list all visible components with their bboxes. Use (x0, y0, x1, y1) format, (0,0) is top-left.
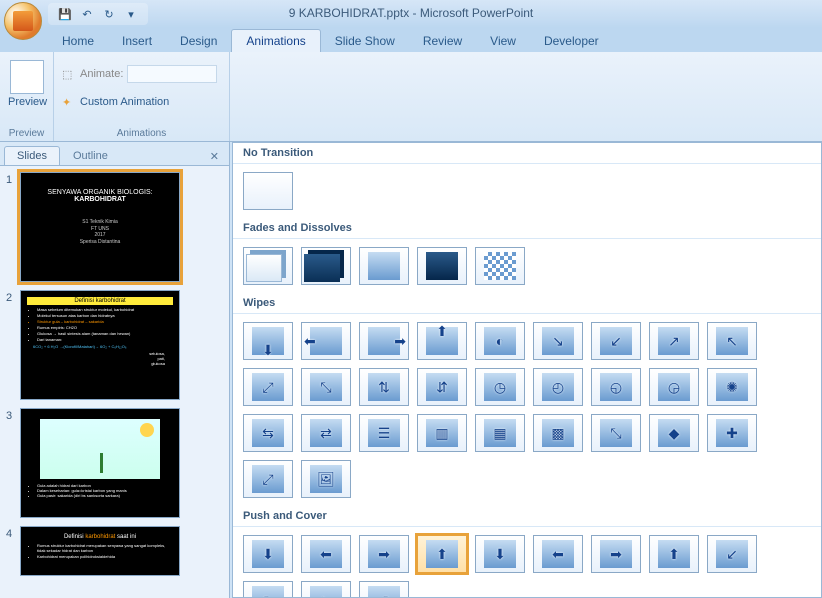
tab-review[interactable]: Review (409, 30, 476, 52)
slide-3-image (40, 419, 160, 479)
tab-developer[interactable]: Developer (530, 30, 613, 52)
gallery-category: No Transition (233, 143, 821, 164)
transition-push-left[interactable]: ⬅ (301, 535, 351, 573)
transition-wipe[interactable]: ➡ (359, 322, 409, 360)
transition-wipe[interactable]: ⬅ (301, 322, 351, 360)
transition-blinds-h[interactable]: ☰ (359, 414, 409, 452)
slide-thumb-1[interactable]: SENYAWA ORGANIK BIOLOGIS:KARBOHIDRAT S1 … (20, 172, 180, 282)
transition-gallery[interactable]: No Transition Fades and Dissolves Wipes … (232, 142, 822, 598)
save-icon[interactable]: 💾 (56, 5, 74, 23)
transition-cover-ld[interactable]: ↙ (707, 535, 757, 573)
transition-checker-a[interactable]: ▦ (475, 414, 525, 452)
transition-uncover[interactable]: ↖ (707, 322, 757, 360)
tab-slides[interactable]: Slides (4, 146, 60, 165)
transition-random-bars[interactable]: ⤢ (243, 460, 293, 498)
transition-blinds-v[interactable]: ▥ (417, 414, 467, 452)
transition-plus[interactable]: ✚ (707, 414, 757, 452)
slide-thumbnails: 1 SENYAWA ORGANIK BIOLOGIS:KARBOHIDRAT S… (0, 166, 229, 598)
custom-animation-button[interactable]: ✦ Custom Animation (62, 88, 221, 116)
transition-split-h-in[interactable]: ⇵ (417, 368, 467, 406)
transition-cut-black[interactable] (417, 247, 467, 285)
gallery-category: Push and Cover (233, 506, 821, 527)
transition-split-v-in[interactable]: ⇄ (301, 414, 351, 452)
transition-cover-up[interactable]: ⬆ (649, 535, 699, 573)
slide-number: 2 (6, 290, 20, 400)
tab-home[interactable]: Home (48, 30, 108, 52)
slide-thumb-3[interactable]: Gula adalah hidrat dari karbon Dalam kes… (20, 408, 180, 518)
office-button[interactable] (4, 2, 42, 40)
transition-cut[interactable] (359, 247, 409, 285)
tab-design[interactable]: Design (166, 30, 231, 52)
close-panel-icon[interactable]: ✕ (206, 148, 223, 165)
transition-wedge[interactable]: ◐ (475, 322, 525, 360)
transition-comb-h[interactable]: ⤡ (591, 414, 641, 452)
transition-fade-black[interactable] (301, 247, 351, 285)
slide-panel: Slides Outline ✕ 1 SENYAWA ORGANIK BIOLO… (0, 142, 230, 598)
quick-access-toolbar: 💾 ↶ ↻ ▾ (48, 3, 148, 25)
transition-checker-d[interactable]: ▩ (533, 414, 583, 452)
slide-thumb-4[interactable]: Definisi karbohidrat saat ini Rumus stru… (20, 526, 180, 576)
window-title: 9 KARBOHIDRAT.pptx - Microsoft PowerPoin… (289, 6, 534, 20)
redo-icon[interactable]: ↻ (100, 5, 118, 23)
transition-dissolve[interactable] (475, 247, 525, 285)
transition-cover-rd[interactable]: ↘ (301, 581, 351, 598)
transition-wipe[interactable]: ⬇ (243, 322, 293, 360)
gallery-category: Wipes (233, 293, 821, 314)
transition-cover-right[interactable]: ➡ (591, 535, 641, 573)
transition-wheel2[interactable]: ◴ (533, 368, 583, 406)
tab-view[interactable]: View (476, 30, 530, 52)
animate-row: ⬚ Animate: (62, 60, 221, 88)
transition-push-down[interactable]: ⬇ (243, 535, 293, 573)
transition-cover-down[interactable]: ⬇ (475, 535, 525, 573)
transition-split-v[interactable]: ⇆ (243, 414, 293, 452)
slide-2-bullets: Masa sebelum ditemukan struktur molekul,… (27, 307, 173, 342)
transition-split-h[interactable]: ⇅ (359, 368, 409, 406)
transition-uncover[interactable]: ↘ (533, 322, 583, 360)
gallery-category: Fades and Dissolves (233, 218, 821, 239)
transition-none[interactable] (243, 172, 293, 210)
preview-icon[interactable] (10, 60, 44, 94)
undo-icon[interactable]: ↶ (78, 5, 96, 23)
group-label-animations: Animations (54, 128, 229, 139)
transition-cover-left[interactable]: ⬅ (533, 535, 583, 573)
transition-wipe[interactable]: ⬆ (417, 322, 467, 360)
custom-animation-icon: ✦ (62, 96, 76, 109)
slide-thumb-2[interactable]: Definisi karbohidrat Masa sebelum ditemu… (20, 290, 180, 400)
transition-cover-lu[interactable]: ↖ (243, 581, 293, 598)
transition-comb-v[interactable]: ◆ (649, 414, 699, 452)
ribbon-tabs: Home Insert Design Animations Slide Show… (0, 28, 822, 52)
transition-box-in[interactable]: ⤡ (301, 368, 351, 406)
animate-icon: ⬚ (62, 68, 76, 81)
transition-uncover[interactable]: ↗ (649, 322, 699, 360)
slide-number: 4 (6, 526, 20, 576)
ribbon: Preview Preview ⬚ Animate: ✦ Custom Anim… (0, 52, 822, 142)
slide-3-bullets: Gula adalah hidrat dari karbon Dalam kes… (27, 483, 173, 498)
custom-animation-label: Custom Animation (80, 96, 169, 108)
tab-insert[interactable]: Insert (108, 30, 166, 52)
transition-wheel3[interactable]: ◵ (591, 368, 641, 406)
transition-fade[interactable] (243, 247, 293, 285)
transition-newsflash[interactable]: 🖼 (301, 460, 351, 498)
animate-select[interactable] (127, 65, 217, 83)
slide-number: 3 (6, 408, 20, 518)
preview-button[interactable]: Preview (8, 96, 45, 108)
transition-cover-ru[interactable]: ↗ (359, 581, 409, 598)
qat-dropdown-icon[interactable]: ▾ (122, 5, 140, 23)
transition-wheel1[interactable]: ◷ (475, 368, 525, 406)
tab-slideshow[interactable]: Slide Show (321, 30, 409, 52)
tab-outline[interactable]: Outline (60, 146, 121, 165)
animate-label: Animate: (80, 68, 123, 80)
slide-4-bullets: Rumus struktur karbohidrat merupakan sen… (27, 543, 173, 559)
tab-animations[interactable]: Animations (231, 29, 320, 52)
transition-wheel4[interactable]: ◶ (649, 368, 699, 406)
transition-push-right[interactable]: ➡ (359, 535, 409, 573)
transition-uncover[interactable]: ↙ (591, 322, 641, 360)
transition-wheel8[interactable]: ✺ (707, 368, 757, 406)
group-label-preview: Preview (0, 128, 53, 139)
transition-box[interactable]: ⤢ (243, 368, 293, 406)
slide-number: 1 (6, 172, 20, 282)
transition-push-up[interactable]: ⬆ (417, 535, 467, 573)
